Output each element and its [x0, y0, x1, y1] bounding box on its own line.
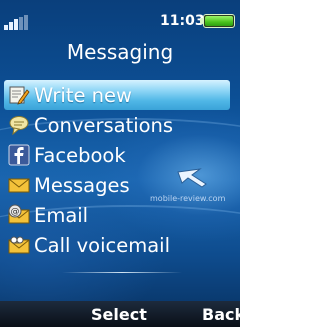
- menu-item-email[interactable]: @ Email: [0, 200, 240, 230]
- speech-bubble-icon: [8, 114, 30, 136]
- menu-item-label: Call voicemail: [34, 233, 170, 257]
- status-bar: 11:03: [0, 0, 240, 34]
- signal-bars-icon: [4, 14, 30, 30]
- battery-tip: [200, 18, 204, 24]
- email-at-icon: @: [8, 204, 30, 226]
- menu-item-call-voicemail[interactable]: Call voicemail: [0, 230, 240, 260]
- menu-item-label: Write new: [34, 83, 132, 107]
- menu-item-conversations[interactable]: Conversations: [0, 110, 240, 140]
- voicemail-icon: [8, 234, 30, 256]
- facebook-icon: [8, 144, 30, 166]
- pointer-arrow-icon: [177, 168, 207, 188]
- menu-item-label: Email: [34, 203, 89, 227]
- menu-item-label: Facebook: [34, 143, 126, 167]
- menu-item-label: Messages: [34, 173, 130, 197]
- clock: 11:03: [160, 13, 205, 29]
- softkey-bar: Select Back: [0, 301, 240, 327]
- battery-fill: [205, 16, 233, 26]
- menu-item-label: Conversations: [34, 113, 174, 137]
- battery-icon: [203, 14, 235, 28]
- select-softkey[interactable]: Select: [91, 305, 147, 324]
- page-title: Messaging: [66, 40, 174, 64]
- menu-divider: [62, 272, 182, 273]
- messaging-screen: 11:03 Messaging Write new Conversations …: [0, 0, 240, 327]
- back-softkey[interactable]: Back: [202, 305, 240, 324]
- svg-text:@: @: [11, 207, 20, 217]
- menu-item-write-new[interactable]: Write new: [4, 80, 230, 110]
- pencil-note-icon: [8, 84, 30, 106]
- envelope-icon: [8, 174, 30, 196]
- watermark: mobile-review.com: [150, 194, 226, 203]
